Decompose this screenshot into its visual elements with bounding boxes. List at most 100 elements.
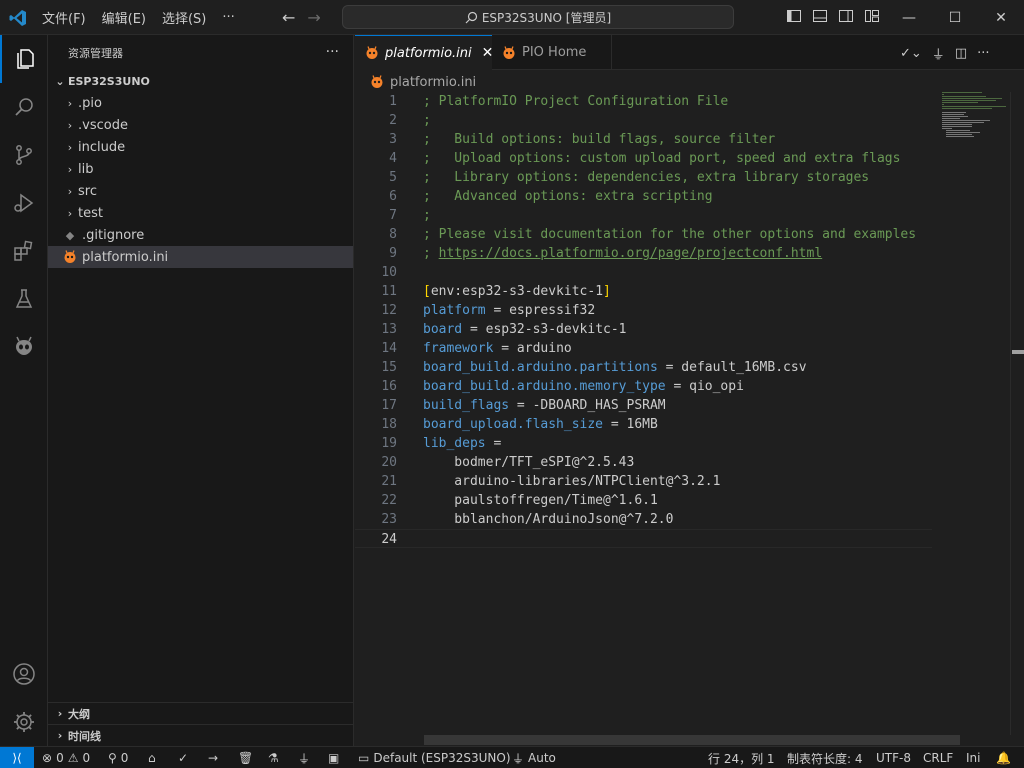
pio-clean-button[interactable]: 🗑 bbox=[238, 747, 253, 768]
customize-layout-icon[interactable] bbox=[864, 8, 880, 24]
search-view-icon[interactable] bbox=[0, 83, 48, 131]
tree-item-label: platformio.ini bbox=[82, 249, 169, 265]
line-number: 2 bbox=[389, 113, 397, 128]
tree-folder-include[interactable]: › include bbox=[48, 136, 353, 158]
menu-selection[interactable]: 选择(S) bbox=[154, 8, 214, 27]
pio-test-button[interactable]: ⚗ bbox=[268, 747, 279, 768]
pio-home-button[interactable]: ⌂ bbox=[148, 747, 156, 768]
line-number: 8 bbox=[389, 227, 397, 242]
platformio-alien-icon[interactable] bbox=[0, 323, 48, 371]
split-editor-icon[interactable]: ◫ bbox=[955, 46, 967, 61]
menu-more[interactable]: ··· bbox=[214, 10, 242, 25]
vertical-scrollbar[interactable] bbox=[1010, 92, 1024, 735]
tree-item-label: src bbox=[78, 183, 97, 199]
code-line[interactable]: 13 board = esp32-s3-devkitc-1 bbox=[355, 320, 932, 339]
tree-folder-vscode[interactable]: › .vscode bbox=[48, 114, 353, 136]
pio-upload-button[interactable]: → bbox=[208, 747, 218, 768]
code-text: bblanchon/ArduinoJson@^7.2.0 bbox=[423, 512, 674, 527]
code-line[interactable]: 19 lib_deps = bbox=[355, 434, 932, 453]
code-line[interactable]: 10 bbox=[355, 263, 932, 282]
timeline-section[interactable]: › 时间线 bbox=[48, 724, 353, 746]
sidebar-more-button[interactable]: ··· bbox=[326, 44, 339, 60]
encoding[interactable]: UTF-8 bbox=[876, 747, 911, 768]
code-line[interactable]: 20 bodmer/TFT_eSPI@^2.5.43 bbox=[355, 453, 932, 472]
warning-icon: ⚠ bbox=[67, 751, 79, 765]
tree-file-platformio-ini[interactable]: platformio.ini bbox=[48, 246, 353, 268]
extensions-icon[interactable] bbox=[0, 227, 48, 275]
code-line[interactable]: 4 ; Upload options: custom upload port, s… bbox=[355, 149, 932, 168]
outline-label: 大纲 bbox=[68, 707, 90, 721]
pio-env-selector[interactable]: ▭ Default (ESP32S3UNO) bbox=[358, 747, 511, 768]
vscode-logo-icon bbox=[9, 10, 26, 26]
command-center-search[interactable]: ESP32S3UNO [管理员] bbox=[342, 5, 734, 29]
code-line[interactable]: 11 [env:esp32-s3-devkitc-1] bbox=[355, 282, 932, 301]
cursor-position[interactable]: 行 24，列 1 bbox=[708, 747, 775, 768]
breadcrumb[interactable]: platformio.ini bbox=[370, 71, 476, 93]
horizontal-scrollbar[interactable] bbox=[424, 735, 960, 745]
explorer-icon[interactable] bbox=[0, 35, 48, 83]
account-icon[interactable] bbox=[0, 650, 48, 698]
code-line[interactable]: 24 bbox=[355, 529, 932, 548]
pio-build-button[interactable]: ✓ bbox=[178, 747, 188, 768]
ports-indicator[interactable]: ⚲ 0 bbox=[108, 747, 128, 768]
more-actions-icon[interactable]: ··· bbox=[977, 46, 989, 61]
back-arrow-icon[interactable]: ← bbox=[282, 8, 295, 27]
maximize-icon[interactable]: ☐ bbox=[932, 0, 978, 35]
tab-pio-home[interactable]: PIO Home bbox=[492, 35, 612, 70]
end-of-line[interactable]: CRLF bbox=[923, 747, 953, 768]
code-line[interactable]: 16 board_build.arduino.memory_type = qio_… bbox=[355, 377, 932, 396]
tab-platformio-ini[interactable]: platformio.ini ✕ bbox=[355, 35, 493, 70]
code-line[interactable]: 14 framework = arduino bbox=[355, 339, 932, 358]
auto-label: Auto bbox=[528, 751, 556, 765]
code-line[interactable]: 15 board_build.arduino.partitions = defau… bbox=[355, 358, 932, 377]
remote-indicator-icon[interactable]: ⟩⟨ bbox=[0, 747, 34, 768]
workspace-root-folder[interactable]: ⌄ ESP32S3UNO bbox=[48, 70, 353, 92]
code-line[interactable]: 18 board_upload.flash_size = 16MB bbox=[355, 415, 932, 434]
code-line[interactable]: 8 ; Please visit documentation for the ot… bbox=[355, 225, 932, 244]
minimize-icon[interactable]: — bbox=[886, 0, 932, 35]
outline-section[interactable]: › 大纲 bbox=[48, 702, 353, 724]
menu-file[interactable]: 文件(F) bbox=[34, 8, 94, 27]
code-line[interactable]: 6 ; Advanced options: extra scripting bbox=[355, 187, 932, 206]
toggle-panel-icon[interactable] bbox=[812, 8, 828, 24]
forward-arrow-icon[interactable]: → bbox=[307, 8, 320, 27]
code-line[interactable]: 3 ; Build options: build flags, source fi… bbox=[355, 130, 932, 149]
code-line[interactable]: 22 paulstoffregen/Time@^1.6.1 bbox=[355, 491, 932, 510]
platformio-file-icon bbox=[62, 249, 78, 265]
run-debug-icon[interactable] bbox=[0, 179, 48, 227]
code-line[interactable]: 21 arduino-libraries/NTPClient@^3.2.1 bbox=[355, 472, 932, 491]
tree-folder-src[interactable]: › src bbox=[48, 180, 353, 202]
code-line[interactable]: 17 build_flags = -DBOARD_HAS_PSRAM bbox=[355, 396, 932, 415]
pio-serial-monitor-button[interactable]: ⏚ bbox=[298, 747, 310, 768]
language-mode[interactable]: Ini bbox=[966, 747, 980, 768]
code-line[interactable]: 7; bbox=[355, 206, 932, 225]
toggle-primary-sidebar-icon[interactable] bbox=[786, 8, 802, 24]
code-line[interactable]: 23 bblanchon/ArduinoJson@^7.2.0 bbox=[355, 510, 932, 529]
close-window-icon[interactable]: ✕ bbox=[978, 0, 1024, 35]
settings-gear-icon[interactable] bbox=[0, 698, 48, 746]
minimap[interactable] bbox=[932, 92, 1010, 735]
testing-flask-icon[interactable] bbox=[0, 275, 48, 323]
tree-folder-test[interactable]: › test bbox=[48, 202, 353, 224]
pio-port-selector[interactable]: ⏚ Auto bbox=[512, 747, 556, 768]
indentation[interactable]: 制表符长度: 4 bbox=[787, 747, 863, 768]
notifications-bell-icon[interactable]: 🔔 bbox=[996, 747, 1011, 768]
pio-terminal-button[interactable]: ▣ bbox=[328, 747, 339, 768]
plug-icon[interactable]: ⏚ bbox=[932, 44, 945, 63]
toggle-secondary-sidebar-icon[interactable] bbox=[838, 8, 854, 24]
source-control-icon[interactable] bbox=[0, 131, 48, 179]
checkmark-icon[interactable]: ✓⌄ bbox=[900, 46, 922, 61]
code-line[interactable]: 9 ; https://docs.platformio.org/page/proj… bbox=[355, 244, 932, 263]
tab-label: platformio.ini bbox=[385, 45, 472, 61]
code-line[interactable]: 2; bbox=[355, 111, 932, 130]
tree-file-gitignore[interactable]: ◆ .gitignore bbox=[48, 224, 353, 246]
docs-link[interactable]: https://docs.platformio.org/page/project… bbox=[439, 246, 823, 261]
code-line[interactable]: 1 ; PlatformIO Project Configuration File bbox=[355, 92, 932, 111]
code-line[interactable]: 12 platform = espressif32 bbox=[355, 301, 932, 320]
code-line[interactable]: 5 ; Library options: dependencies, extra … bbox=[355, 168, 932, 187]
tree-folder-lib[interactable]: › lib bbox=[48, 158, 353, 180]
problems-indicator[interactable]: ⊗ 0 ⚠ 0 bbox=[42, 747, 90, 768]
tree-folder-pio[interactable]: › .pio bbox=[48, 92, 353, 114]
menu-edit[interactable]: 编辑(E) bbox=[94, 8, 154, 27]
code-editor[interactable]: 1 ; PlatformIO Project Configuration File… bbox=[355, 92, 932, 735]
